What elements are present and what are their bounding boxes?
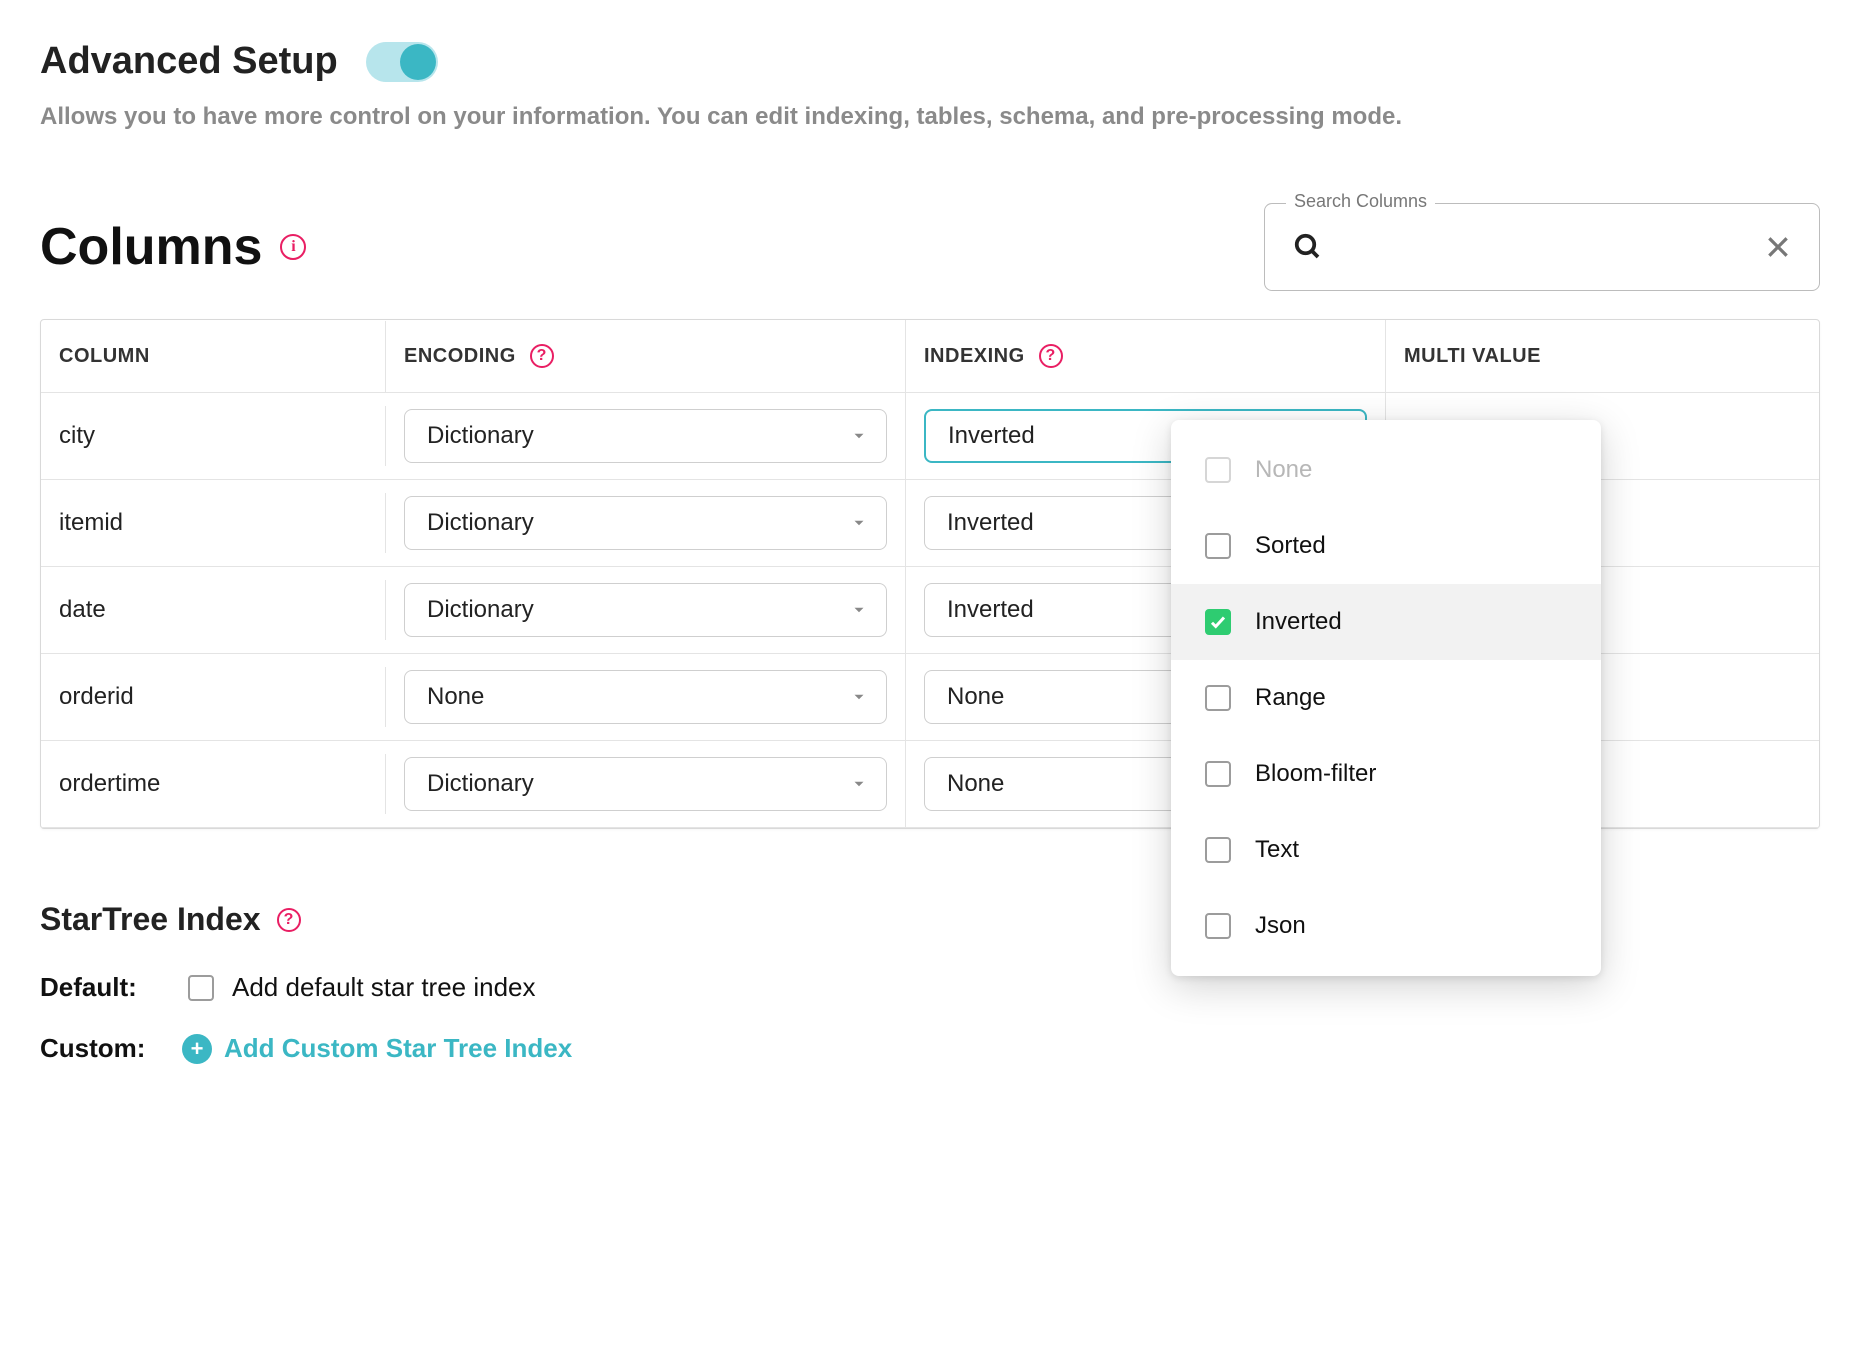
cell-column: itemid	[41, 493, 386, 553]
select-value: None	[427, 683, 484, 711]
dropdown-option[interactable]: Text	[1171, 812, 1601, 888]
table-header-row: COLUMN ENCODING ? INDEXING ? MULTI VALUE	[41, 320, 1819, 393]
dropdown-option[interactable]: Range	[1171, 660, 1601, 736]
indexing-dropdown[interactable]: None Sorted Inverted Range Bloom-filter …	[1171, 420, 1601, 976]
select-value: Inverted	[947, 509, 1034, 537]
chevron-down-icon	[850, 427, 868, 445]
dropdown-option[interactable]: Sorted	[1171, 508, 1601, 584]
help-icon[interactable]: ?	[530, 344, 554, 368]
checkbox-checked-icon	[1205, 609, 1231, 635]
dropdown-option-label: Inverted	[1255, 608, 1342, 636]
dropdown-option-label: Json	[1255, 912, 1306, 940]
chevron-down-icon	[850, 775, 868, 793]
chevron-down-icon	[850, 514, 868, 532]
checkbox-icon	[1205, 913, 1231, 939]
dropdown-option: None	[1171, 432, 1601, 508]
checkbox-icon	[1205, 685, 1231, 711]
select-value: None	[947, 683, 1004, 711]
columns-table: COLUMN ENCODING ? INDEXING ? MULTI VALUE…	[40, 319, 1820, 829]
checkbox-icon	[1205, 837, 1231, 863]
checkbox-icon	[1205, 533, 1231, 559]
search-input[interactable]	[1339, 234, 1749, 260]
startree-heading: StarTree Index	[40, 901, 261, 938]
encoding-select[interactable]: Dictionary	[404, 583, 887, 637]
dropdown-option-label: None	[1255, 456, 1312, 484]
toggle-knob	[400, 44, 436, 80]
dropdown-option[interactable]: Json	[1171, 888, 1601, 964]
page-title: Advanced Setup	[40, 40, 338, 83]
cell-column: ordertime	[41, 754, 386, 814]
select-value: None	[947, 770, 1004, 798]
chevron-down-icon	[850, 601, 868, 619]
dropdown-option[interactable]: Bloom-filter	[1171, 736, 1601, 812]
search-columns-field[interactable]: Search Columns	[1264, 203, 1820, 291]
clear-search-icon[interactable]	[1765, 234, 1791, 260]
dropdown-option-label: Text	[1255, 836, 1299, 864]
dropdown-option-label: Bloom-filter	[1255, 760, 1376, 788]
checkbox-icon	[1205, 761, 1231, 787]
encoding-select[interactable]: Dictionary	[404, 496, 887, 550]
th-encoding: ENCODING ?	[386, 320, 906, 392]
columns-heading: Columns	[40, 217, 262, 277]
add-custom-startree-link[interactable]: Add Custom Star Tree Index	[224, 1033, 572, 1064]
th-multi-value: MULTI VALUE	[1386, 321, 1819, 392]
help-icon[interactable]: ?	[277, 908, 301, 932]
cell-column: orderid	[41, 667, 386, 727]
info-icon[interactable]: i	[280, 234, 306, 260]
select-value: Inverted	[948, 422, 1035, 450]
search-legend-label: Search Columns	[1286, 191, 1435, 212]
encoding-select[interactable]: Dictionary	[404, 409, 887, 463]
page-description: Allows you to have more control on your …	[40, 101, 1820, 133]
dropdown-option-label: Range	[1255, 684, 1326, 712]
select-value: Inverted	[947, 596, 1034, 624]
advanced-setup-toggle[interactable]	[366, 42, 438, 82]
checkbox-icon	[1205, 457, 1231, 483]
select-value: Dictionary	[427, 509, 534, 537]
default-startree-text: Add default star tree index	[232, 972, 536, 1003]
th-indexing: INDEXING ?	[906, 320, 1386, 392]
th-column: COLUMN	[41, 321, 386, 392]
dropdown-option-label: Sorted	[1255, 532, 1326, 560]
custom-label: Custom:	[40, 1033, 170, 1064]
chevron-down-icon	[850, 688, 868, 706]
select-value: Dictionary	[427, 596, 534, 624]
default-startree-checkbox[interactable]	[188, 975, 214, 1001]
cell-column: date	[41, 580, 386, 640]
encoding-select[interactable]: Dictionary	[404, 757, 887, 811]
default-label: Default:	[40, 972, 170, 1003]
dropdown-option[interactable]: Inverted	[1171, 584, 1601, 660]
help-icon[interactable]: ?	[1039, 344, 1063, 368]
plus-icon[interactable]: +	[182, 1034, 212, 1064]
encoding-select[interactable]: None	[404, 670, 887, 724]
select-value: Dictionary	[427, 770, 534, 798]
cell-column: city	[41, 406, 386, 466]
select-value: Dictionary	[427, 422, 534, 450]
search-icon	[1293, 232, 1323, 262]
